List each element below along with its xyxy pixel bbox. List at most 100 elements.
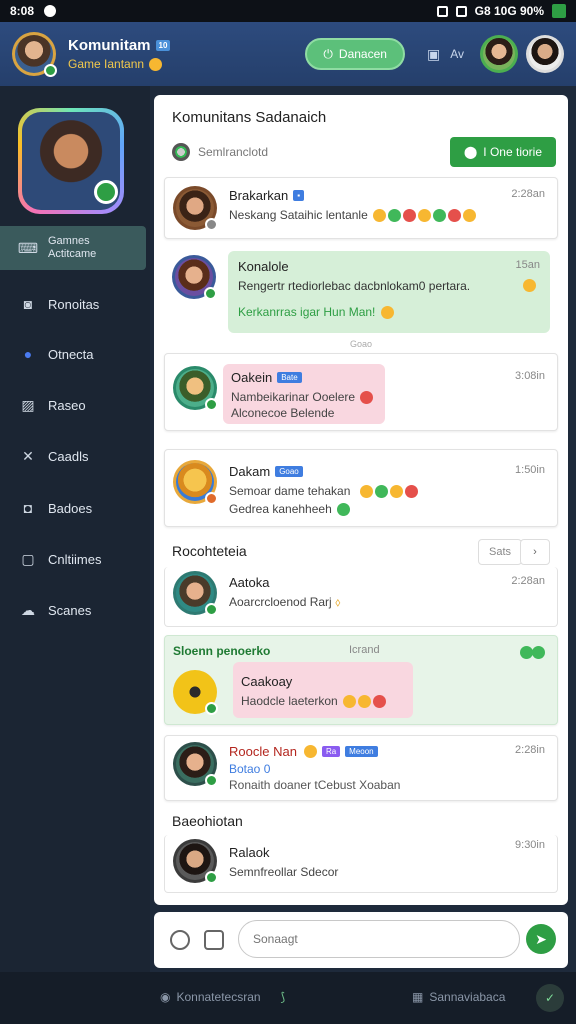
notification-icon	[44, 5, 57, 17]
sidebar-item-label: Otnecta	[48, 346, 94, 362]
sidebar-item-label: Cnltiimes	[48, 551, 102, 567]
panel-subtitle: Semlranclotd	[172, 143, 268, 161]
user-avatar[interactable]	[173, 839, 218, 884]
message-text-body: Rengertr rtediorlebac dacbnlokam0 pertar…	[238, 279, 471, 293]
user-avatar[interactable]	[173, 670, 218, 715]
user-avatar[interactable]	[173, 742, 218, 787]
user-avatar[interactable]	[173, 186, 218, 231]
message-text: Ronaith doaner tCebust Xoaban	[229, 778, 401, 792]
emoji-icon	[404, 485, 418, 499]
user-avatar[interactable]	[172, 255, 217, 300]
message-card[interactable]: Brakarkan ▪ Neskang Sataihic lentanle 2:…	[164, 177, 558, 239]
online-status-icon	[205, 398, 218, 411]
globe-icon: ●	[23, 346, 33, 362]
share-icon[interactable]: ▣	[427, 46, 440, 63]
emoji-icon	[360, 391, 374, 405]
calendar-icon: ▦	[412, 990, 424, 1004]
camera-icon: ◙	[23, 296, 33, 312]
message-text: Nambeikarinar Ooelere	[231, 390, 374, 405]
message-input[interactable]	[238, 920, 520, 958]
bottom-left-item[interactable]: ◉ Konnatetecsran ⟆	[160, 990, 285, 1004]
send-button[interactable]: ➤	[526, 924, 556, 954]
status-time: 8:08	[10, 4, 35, 18]
panel-title: Komunitans Sadanaich	[172, 109, 327, 126]
community-subtitle: Game Iantann	[68, 56, 145, 71]
sidebar-item-cnltiimes[interactable]: ▢ Cnltiimes	[0, 537, 146, 581]
sidebar-item-ronoitas[interactable]: ◙ Ronoitas	[0, 282, 146, 326]
message-time: 1:50in	[515, 464, 545, 476]
emoji-icon	[448, 209, 462, 223]
power-icon: ⏻	[323, 46, 333, 61]
message-card[interactable]: Aatoka Aoarcrcloenod Rarj ⬨ 2:28an	[164, 567, 558, 627]
message-card[interactable]: Oakein Bate Nambeikarinar Ooelere Alcone…	[164, 353, 558, 431]
emoji-icon	[373, 695, 387, 709]
emoji-icon	[358, 695, 372, 709]
member-avatar[interactable]	[526, 35, 564, 73]
online-status-icon	[205, 774, 218, 787]
sidebar-item-badoes[interactable]: ◘ Badoes	[0, 486, 146, 530]
message-card[interactable]: Dakam Goao Semoar dame tehakan Gedrea ka…	[164, 449, 558, 527]
section-meta: Icrand	[349, 644, 380, 656]
message-card[interactable]: Konalole 15an Rengertr rtediorlebac dacb…	[164, 245, 558, 345]
bottom-action-button[interactable]: ✓	[536, 984, 564, 1012]
emoji-icon	[388, 209, 402, 223]
emoji-picker-icon[interactable]	[170, 930, 190, 950]
message-text-body: Aoarcrcloenod Rarj	[229, 595, 332, 609]
sidebar-item-label: Badoes	[48, 500, 93, 516]
online-status-icon	[205, 603, 218, 616]
bottom-right-item[interactable]: ▦ Sannaviabaca	[412, 990, 505, 1004]
one-button[interactable]: ⬤ I One tiorie	[449, 137, 556, 167]
sidebar-item-otnecta[interactable]: ● Otnecta	[0, 332, 146, 376]
location-icon: ⬤	[463, 145, 478, 159]
join-button-label: Danacen	[338, 47, 387, 61]
sidebar-item-scanes[interactable]: ☁ Scanes	[0, 588, 146, 632]
message-text-body: Semoar dame tehakan	[229, 484, 351, 498]
emoji-icon	[433, 209, 447, 223]
status-icon	[205, 218, 218, 231]
message-author: Brakarkan	[229, 188, 289, 203]
pencil-icon: ⬨	[335, 595, 341, 609]
status-icon	[205, 492, 218, 505]
highlight-section: Sloenn penoerko Icrand Caakoay Haodcle l…	[164, 635, 558, 725]
user-avatar[interactable]	[173, 571, 218, 616]
author-tag: Goao	[275, 466, 303, 477]
send-arrow-icon: ➤	[535, 930, 547, 947]
message-highlight-text: Kerkanrras igar Hun Man!	[238, 305, 376, 319]
message-time: 15an	[515, 259, 540, 271]
member-avatar[interactable]	[480, 35, 518, 73]
community-avatar[interactable]	[12, 32, 57, 77]
image-icon: ▨	[21, 396, 35, 413]
message-card[interactable]: Ralaok Semnfreollar Sdecor 9:30in	[164, 835, 558, 893]
join-button[interactable]: ⏻ Danacen	[305, 38, 405, 70]
battery-icon	[552, 4, 566, 18]
section-title: Baeohiotan	[172, 813, 243, 829]
section-title: Rocohteteia	[172, 543, 247, 559]
user-avatar[interactable]	[173, 460, 218, 505]
emoji-icon	[403, 209, 417, 223]
sidebar-item-caadls[interactable]: ✕ Caadls	[0, 434, 146, 478]
bottom-right-label: Sannaviabaca	[429, 990, 506, 1004]
online-status-icon	[205, 871, 218, 884]
sidebar-item-games[interactable]: ⌨ Gamnes Actitcame	[0, 226, 146, 270]
message-card[interactable]: Roocle Nan Ra Meoon Botao 0 Ronaith doan…	[164, 735, 558, 801]
message-bubble	[233, 662, 413, 718]
sidebar-item-raseo[interactable]: ▨ Raseo	[0, 383, 146, 427]
bottom-left-label: Konnatetecsran	[176, 990, 261, 1004]
filter-pill[interactable]: Sats	[478, 539, 522, 565]
sidebar-item-label: Gamnes	[48, 235, 90, 247]
status-signal-text: G8 10G 90%	[474, 4, 544, 18]
filter-pill-label: Sats	[488, 546, 511, 558]
message-subline: Botao 0	[229, 762, 271, 776]
camera-icon[interactable]	[204, 930, 224, 950]
user-avatar[interactable]	[173, 366, 218, 411]
sidebar-item-label: Raseo	[48, 397, 86, 413]
section-title: Sloenn penoerko	[173, 644, 271, 658]
check-icon: ✓	[544, 991, 556, 1005]
chevron-right-icon[interactable]: ›	[520, 539, 550, 565]
sidebar: ⌨ Gamnes Actitcame ◙ Ronoitas ● Otnecta …	[0, 86, 150, 972]
emoji-icon	[337, 503, 351, 517]
one-button-label: I One tiorie	[483, 145, 542, 159]
header-av-label[interactable]: Av	[450, 47, 464, 61]
message-author: Ralaok	[229, 845, 270, 860]
profile-avatar[interactable]	[18, 108, 124, 214]
